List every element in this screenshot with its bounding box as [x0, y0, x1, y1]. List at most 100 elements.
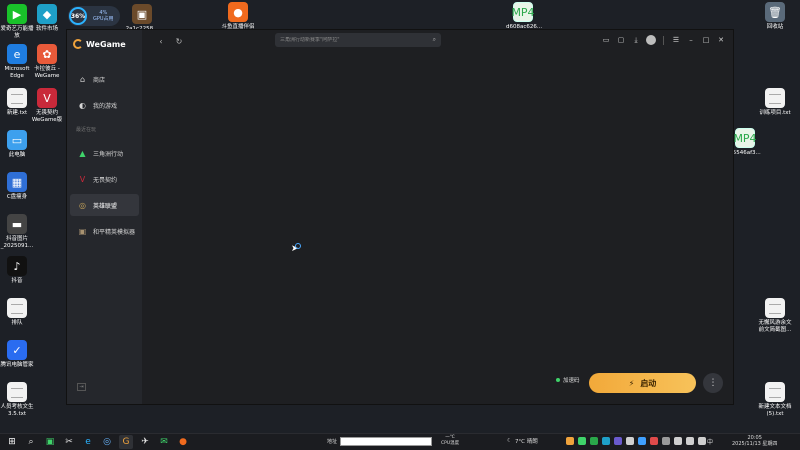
app-icon: ▬	[7, 214, 27, 234]
desktop-icon[interactable]: ✓ 腾讯电脑管家	[0, 340, 34, 369]
video-file-icon: MP4	[733, 128, 757, 148]
desktop-icon-label: C盘瘦身	[6, 194, 28, 200]
launch-button[interactable]: ⚡ 启动	[589, 373, 696, 393]
tray-icon[interactable]	[590, 437, 598, 445]
game-label: 和平精英模拟器	[93, 228, 136, 236]
desktop-icon[interactable]: e Microsoft Edge	[0, 44, 34, 80]
app-icon: 🗑	[765, 2, 785, 22]
tray-icon[interactable]	[674, 437, 682, 445]
desktop-icon[interactable]: ▬ 抖音图片 _2025091...	[0, 214, 34, 250]
wegame-taskbar-icon[interactable]: G	[119, 435, 133, 449]
game-item[interactable]: ▣ 和平精英模拟器	[70, 220, 139, 242]
wegame-logo[interactable]: WeGame	[73, 39, 126, 49]
avatar[interactable]	[645, 34, 657, 46]
desktop-icon[interactable]: ▶ 爱奇艺万能播放	[0, 4, 34, 40]
nav-icon: ◐	[79, 100, 86, 110]
tray-icon[interactable]	[662, 437, 670, 445]
folder-icon[interactable]: ▭	[600, 34, 612, 46]
message-icon[interactable]: ▢	[615, 34, 627, 46]
desktop-icon-label: Microsoft Edge	[4, 66, 30, 79]
magnifier-icon[interactable]: ◎	[100, 435, 114, 449]
desktop-icon[interactable]: ◆ 软件市场	[30, 4, 64, 33]
game-icon: ▣	[78, 226, 87, 236]
game-item[interactable]: ▲ 三角洲行动	[70, 142, 139, 164]
game-item[interactable]: V 无畏契约	[70, 168, 139, 190]
capcut-icon[interactable]: ✂	[62, 435, 76, 449]
steam-icon[interactable]: ✈	[138, 435, 152, 449]
desktop-icon[interactable]: MP4 15546af3...	[728, 128, 762, 157]
desktop-icon[interactable]: 新建文本文档 (5).txt	[758, 382, 792, 418]
desktop-icon[interactable]: 新建.txt	[0, 88, 34, 117]
wegame-window: WeGame ⌂ 商店 ◐ 我的游戏 最近在玩 ▲ 三角洲行动 V 无畏契约 ◎ 英雄联盟 ▣ 和平…	[67, 30, 733, 404]
desktop-icon[interactable]: 🗑 回收站	[758, 2, 792, 31]
maximize-icon[interactable]: □	[700, 34, 712, 46]
gpu-usage-widget[interactable]: 36% 4% GPU占用	[68, 6, 120, 26]
wechat-icon[interactable]: ✉	[157, 435, 171, 449]
loading-spinner-icon	[295, 243, 301, 249]
game-item[interactable]: ◎ 英雄联盟	[70, 194, 139, 216]
accelerator-toggle[interactable]: 加速码	[556, 376, 580, 384]
tray-icon[interactable]	[698, 437, 706, 445]
download-icon[interactable]: ⤓	[630, 34, 642, 46]
more-options-button[interactable]: ⋮	[703, 373, 723, 393]
search-icon[interactable]: ⌕	[433, 36, 436, 44]
desktop-icon[interactable]: V 无畏契约 WeGame版	[30, 88, 64, 124]
app-icon-green[interactable]: ▣	[43, 435, 57, 449]
nav-item[interactable]: ◐ 我的游戏	[70, 94, 139, 116]
desktop-icon[interactable]: ▭ 此电脑	[0, 130, 34, 159]
close-icon[interactable]: ✕	[715, 34, 727, 46]
refresh-icon[interactable]: ↻	[172, 34, 186, 48]
edge-icon[interactable]: e	[81, 435, 95, 449]
minimize-icon[interactable]: –	[685, 34, 697, 46]
douyu-icon[interactable]: ●	[176, 435, 190, 449]
divider	[663, 35, 664, 45]
desktop-icon-label: 无懈风游余文 前文简截图...	[758, 320, 792, 333]
desktop-icon[interactable]: ✿ 卡拉彼丘 -WeGame	[30, 44, 64, 80]
tray-icon[interactable]	[566, 437, 574, 445]
desktop-icon[interactable]: 无懈风游余文 前文简截图...	[758, 298, 792, 334]
desktop-icon-label: 无畏契约 WeGame版	[31, 110, 63, 123]
app-icon: e	[7, 44, 27, 64]
menu-icon[interactable]: ☰	[670, 34, 682, 46]
tray-icon[interactable]	[626, 437, 634, 445]
tray-icon[interactable]	[638, 437, 646, 445]
tray-icon[interactable]	[686, 437, 694, 445]
tray-icon[interactable]	[602, 437, 610, 445]
input-method[interactable]: 中	[707, 437, 713, 446]
desktop-icon-label: 新建文本文档 (5).txt	[758, 404, 792, 417]
desktop-icon-label: 训练项目.txt	[759, 110, 791, 116]
clock[interactable]: 20:05 2025/11/13 星期四	[732, 435, 777, 447]
gpu-label: GPU占用	[93, 16, 114, 22]
system-tray	[566, 437, 706, 445]
back-icon[interactable]: ‹	[154, 34, 168, 48]
address-input[interactable]	[340, 437, 433, 446]
desktop-icon[interactable]: ♪ 抖音	[0, 256, 34, 285]
desktop-icon[interactable]: ▦ C盘瘦身	[0, 172, 34, 201]
desktop-icon-label: 爱奇艺万能播放	[0, 26, 34, 39]
search-input[interactable]	[280, 37, 433, 43]
desktop-icon[interactable]: MP4 d608ac626...	[506, 2, 542, 31]
cpu-temp: 一℃ CPU温度	[441, 435, 459, 446]
moon-icon: ☾	[507, 438, 512, 444]
text-file-icon	[7, 298, 27, 318]
desktop: ▶ 爱奇艺万能播放 e Microsoft Edge 新建.txt ▭ 此电脑 ▦ C盘瘦身 ▬ 抖…	[0, 0, 800, 433]
desktop-icon[interactable]: 训练项目.txt	[758, 88, 792, 117]
collapse-sidebar-icon[interactable]: ⇥	[77, 383, 86, 391]
video-file-icon: MP4	[511, 2, 535, 22]
desktop-icon[interactable]: ● 斗鱼直播伴侣	[221, 2, 255, 31]
sidebar: WeGame ⌂ 商店 ◐ 我的游戏 最近在玩 ▲ 三角洲行动 V 无畏契约 ◎ 英雄联盟 ▣ 和平…	[67, 30, 142, 404]
search-icon[interactable]: ⌕	[24, 435, 38, 449]
desktop-icon[interactable]: 人员考核文生 3.5.txt	[0, 382, 34, 418]
tray-icon[interactable]	[650, 437, 658, 445]
weather-widget[interactable]: ☾ 7°C 晴朗	[507, 437, 538, 445]
desktop-icon[interactable]: 排队	[0, 298, 34, 327]
nav-item[interactable]: ⌂ 商店	[70, 68, 139, 90]
tray-icon[interactable]	[614, 437, 622, 445]
desktop-icon[interactable]: ▣ 2a1c2258...	[125, 4, 159, 33]
desktop-icon-label: 回收站	[766, 24, 784, 30]
game-label: 无畏契约	[93, 176, 118, 184]
search-box[interactable]: ⌕	[275, 33, 441, 47]
nav-label: 商店	[93, 76, 106, 84]
windows-start-icon[interactable]: ⊞	[5, 435, 19, 449]
tray-icon[interactable]	[578, 437, 586, 445]
